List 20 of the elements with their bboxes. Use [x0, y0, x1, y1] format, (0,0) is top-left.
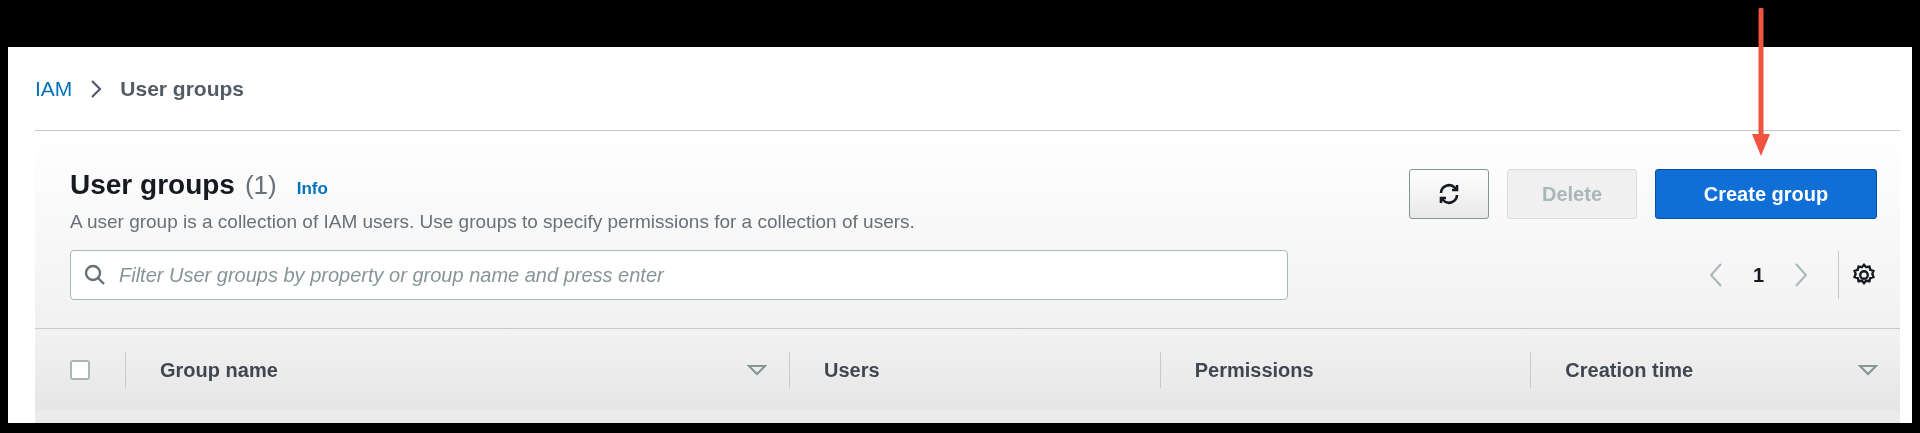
- group-count: (1): [244, 170, 277, 201]
- section-description: A user group is a collection of IAM users. Use groups to specify permissions for a collection of users.: [70, 211, 915, 233]
- column-header[interactable]: Permissions: [1194, 358, 1314, 382]
- sort-caret-icon[interactable]: [747, 364, 768, 376]
- breadcrumb-current: User groups: [120, 76, 245, 101]
- chevron-right-icon: [90, 78, 103, 99]
- section-title: User groups: [70, 169, 235, 201]
- breadcrumb-link[interactable]: IAM: [35, 76, 73, 101]
- next-page-icon[interactable]: [1794, 262, 1808, 288]
- create-group-button[interactable]: Create group: [1655, 169, 1877, 219]
- column-header[interactable]: Users: [824, 358, 880, 382]
- select-all-checkbox[interactable]: [70, 360, 90, 380]
- column-header[interactable]: Creation time: [1565, 358, 1694, 382]
- column-header[interactable]: Group name: [160, 358, 278, 382]
- previous-page-icon[interactable]: [1708, 262, 1723, 288]
- search-field[interactable]: Filter User groups by property or group name and press enter: [70, 250, 1288, 300]
- refresh-button[interactable]: [1408, 169, 1489, 219]
- page-number[interactable]: 1: [1752, 263, 1764, 287]
- info-link[interactable]: Info: [296, 179, 328, 199]
- sort-caret-icon[interactable]: [1858, 364, 1878, 376]
